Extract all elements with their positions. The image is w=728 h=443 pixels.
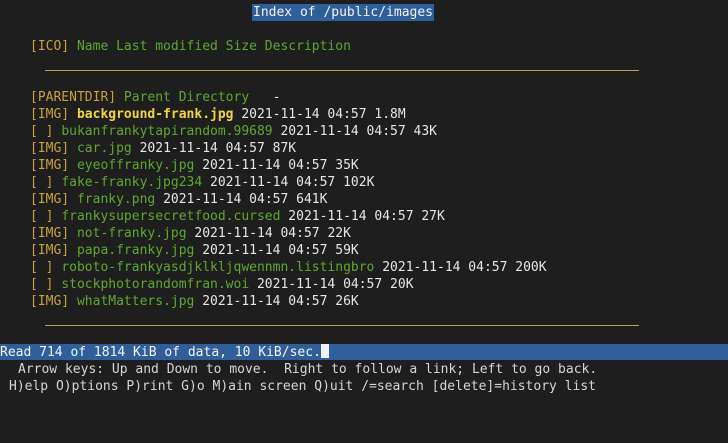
file-link[interactable]: eyeoffranky.jpg — [77, 158, 194, 173]
status-bar: Read 714 of 1814 KiB of data, 10 KiB/sec… — [0, 344, 728, 360]
file-link[interactable]: franky.png — [77, 192, 155, 207]
file-size: 20K — [390, 277, 414, 292]
file-modified: 2021-11-14 04:57 — [382, 260, 508, 275]
file-size: 43K — [413, 124, 438, 139]
file-modified: 2021-11-14 04:57 — [280, 124, 406, 139]
file-size: 87K — [272, 141, 297, 156]
file-type-tag: [IMG] — [30, 243, 70, 258]
parent-directory-link[interactable]: Parent Directory — [124, 90, 249, 105]
file-entry-row: [IMG] car.jpg 2021-11-14 04:57 87K — [30, 140, 547, 157]
file-modified: 2021-11-14 04:57 — [139, 141, 265, 156]
file-modified: 2021-11-14 04:57 — [288, 209, 414, 224]
page-title: Index of /public/images — [252, 4, 435, 21]
file-link[interactable]: papa.franky.jpg — [77, 243, 194, 258]
file-entry-row: [ ] frankysupersecretfood.cursed 2021-11… — [30, 208, 547, 225]
file-size: 59K — [335, 243, 359, 258]
file-entry-row: [IMG] franky.png 2021-11-14 04:57 641K — [30, 191, 547, 208]
file-link[interactable]: stockphotorandomfran.woi — [61, 277, 249, 292]
file-size: 22K — [327, 226, 351, 241]
file-entry-row: [ ] fake-franky.jpg234 2021-11-14 04:57 … — [30, 174, 547, 191]
file-type-tag: [ ] — [30, 260, 54, 275]
columns-header-labels: Name Last modified Size Description — [69, 39, 351, 54]
top-divider — [45, 70, 639, 71]
file-type-tag: [ ] — [30, 175, 54, 190]
file-type-tag: [ ] — [30, 209, 54, 224]
file-type-tag: [ ] — [30, 124, 54, 139]
file-type-tag: [ ] — [30, 277, 54, 292]
file-size: 641K — [296, 192, 328, 207]
status-text: Read 714 of 1814 KiB of data, 10 KiB/sec… — [0, 345, 321, 360]
file-modified: 2021-11-14 04:57 — [194, 226, 320, 241]
file-link[interactable]: bukanfrankytapirandom.99689 — [61, 124, 272, 139]
file-modified: 2021-11-14 04:57 — [256, 277, 383, 292]
file-link[interactable]: roboto-frankyasdjklkljqwennmn.listingbro — [61, 260, 374, 275]
file-modified: 2021-11-14 04:57 — [241, 107, 367, 122]
help-line-navigation: Arrow keys: Up and Down to move. Right t… — [18, 362, 598, 377]
file-type-tag: [IMG] — [30, 294, 70, 309]
file-entry-row: [ ] roboto-frankyasdjklkljqwennmn.listin… — [30, 259, 547, 276]
file-modified: 2021-11-14 04:57 — [202, 158, 328, 173]
columns-header-ico: [ICO] — [30, 39, 70, 54]
file-entry-row: [ ] stockphotorandomfran.woi 2021-11-14 … — [30, 276, 547, 293]
file-link[interactable]: whatMatters.jpg — [77, 294, 194, 309]
file-modified: 2021-11-14 04:57 — [202, 294, 328, 309]
file-modified: 2021-11-14 04:57 — [210, 175, 336, 190]
columns-header: [ICO] Name Last modified Size Descriptio… — [30, 38, 351, 55]
file-link[interactable]: fake-franky.jpg234 — [61, 175, 202, 190]
file-entry-row: [ ] bukanfrankytapirandom.99689 2021-11-… — [30, 123, 547, 140]
file-type-tag: [IMG] — [30, 141, 70, 156]
parentdir-tag: [PARENTDIR] — [30, 90, 117, 105]
file-type-tag: [IMG] — [30, 226, 70, 241]
file-modified: 2021-11-14 04:57 — [163, 192, 289, 207]
file-type-tag: [IMG] — [30, 192, 70, 207]
file-link[interactable]: not-franky.jpg — [77, 226, 187, 241]
file-entry-row: [IMG] background-frank.jpg 2021-11-14 04… — [30, 106, 547, 123]
bottom-divider — [45, 325, 639, 326]
file-type-tag: [IMG] — [30, 158, 70, 173]
file-link[interactable]: car.jpg — [77, 141, 132, 156]
file-size: 102K — [343, 175, 375, 190]
file-size: 1.8M — [374, 107, 406, 122]
file-type-tag: [IMG] — [30, 107, 70, 122]
file-size: 200K — [515, 260, 547, 275]
file-size: 26K — [335, 294, 359, 309]
file-link[interactable]: frankysupersecretfood.cursed — [61, 209, 280, 224]
file-modified: 2021-11-14 04:57 — [202, 243, 328, 258]
help-line-commands: H)elp O)ptions P)rint G)o M)ain screen Q… — [9, 379, 596, 394]
file-entry-row: [IMG] not-franky.jpg 2021-11-14 04:57 22… — [30, 225, 547, 242]
parent-directory-meta: - — [249, 90, 281, 105]
text-cursor — [320, 344, 329, 358]
file-listing: [PARENTDIR] Parent Directory - [IMG] bac… — [30, 89, 547, 310]
file-entry-row: [IMG] whatMatters.jpg 2021-11-14 04:57 2… — [30, 293, 547, 310]
file-size: 27K — [421, 209, 445, 224]
file-link[interactable]: background-frank.jpg — [77, 107, 234, 122]
file-entry-row: [IMG] papa.franky.jpg 2021-11-14 04:57 5… — [30, 242, 547, 259]
file-entry-row: [IMG] eyeoffranky.jpg 2021-11-14 04:57 3… — [30, 157, 547, 174]
file-size: 35K — [335, 158, 359, 173]
parent-directory-row: [PARENTDIR] Parent Directory - — [30, 89, 547, 106]
